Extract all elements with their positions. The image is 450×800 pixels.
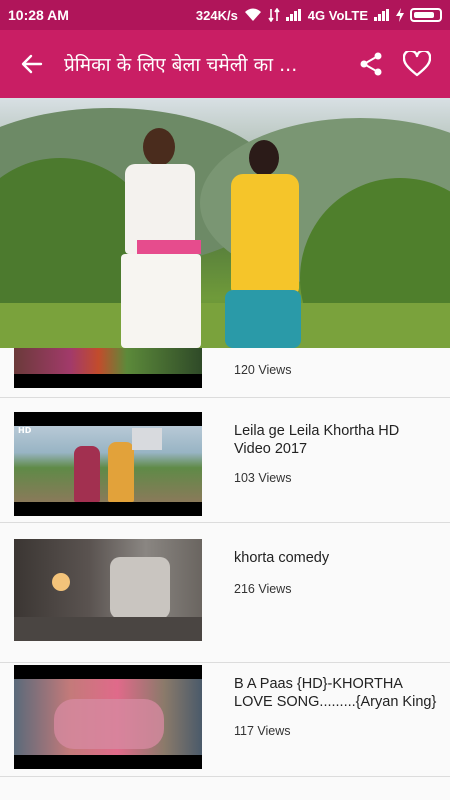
arrow-back-icon	[21, 54, 43, 74]
thumb-floor	[14, 617, 202, 641]
list-item-1[interactable]: HD Leila ge Leila Khortha HD Video 2017 …	[0, 398, 450, 523]
thumb-crowd	[54, 699, 164, 749]
data-transfer-icon	[268, 8, 280, 22]
network-type: 4G VoLTE	[307, 7, 368, 23]
video-thumbnail	[14, 539, 202, 641]
video-title: Leila ge Leila Khortha HD Video 2017	[234, 423, 400, 457]
thumb-building	[132, 428, 162, 450]
video-views: 103 Views	[234, 471, 292, 485]
video-thumbnail	[14, 665, 202, 769]
favorite-button[interactable]	[394, 30, 440, 98]
video-title: B A Paas {HD}-KHORTHA LOVE SONG.........…	[234, 676, 437, 710]
video-views: 216 Views	[234, 582, 292, 596]
video-thumbnail: HD	[14, 412, 202, 516]
thumb-figure	[110, 557, 170, 619]
thumb-figure-2	[108, 442, 134, 502]
man-figure	[115, 128, 205, 348]
video-views: 117 Views	[234, 724, 291, 738]
battery-icon	[410, 8, 442, 22]
thumb-fire	[52, 573, 70, 591]
heart-outline-icon	[403, 51, 431, 77]
video-title: khorta comedy	[234, 550, 330, 566]
list-item-3[interactable]: B A Paas {HD}-KHORTHA LOVE SONG.........…	[0, 663, 450, 777]
share-button[interactable]	[348, 30, 394, 98]
video-views: 120 Views	[234, 363, 292, 377]
video-player[interactable]	[0, 98, 450, 348]
back-button[interactable]	[0, 30, 64, 98]
thumb-figure	[74, 446, 100, 502]
status-time: 10:28 AM	[8, 7, 69, 23]
charging-icon	[396, 8, 404, 22]
wifi-icon	[244, 8, 261, 21]
signal-icon-2	[374, 9, 390, 21]
signal-icon	[285, 9, 302, 21]
hd-badge: HD	[18, 426, 32, 435]
network-speed: 324K/s	[195, 7, 238, 23]
woman-figure	[215, 140, 305, 348]
share-icon	[360, 52, 382, 76]
status-bar: 10:28 AM 324K/s 4G VoLTE	[0, 0, 450, 30]
video-thumbnail	[14, 348, 202, 388]
app-bar: प्रेमिका के लिए बेला चमेली का ...	[0, 30, 450, 98]
page-title: प्रेमिका के लिए बेला चमेली का ...	[64, 54, 298, 76]
list-item-2[interactable]: khorta comedy 216 Views	[0, 523, 450, 663]
status-right: 324K/s 4G VoLTE	[196, 8, 442, 23]
list-item-0[interactable]: 120 Views	[0, 348, 450, 398]
